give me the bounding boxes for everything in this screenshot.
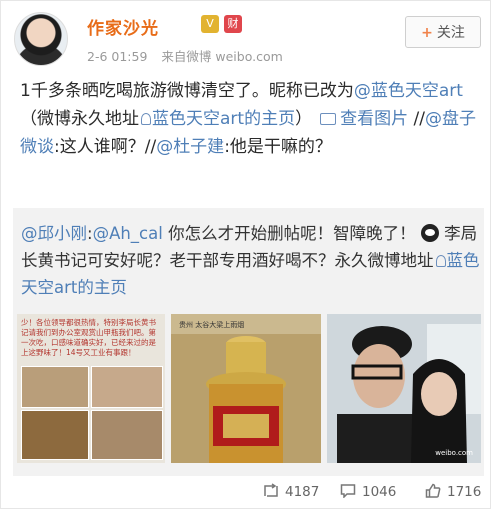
photo-caption: 少！各位领导都很热情，特别李局长黄书记请我们到办公室观赏山甲瓶我们吧。第一次吃，…: [21, 318, 156, 357]
post-time[interactable]: 2-6 01:59: [87, 49, 147, 64]
author-avatar[interactable]: [14, 12, 68, 66]
weibo-card: 作家沙光 V 财 2-6 01:59 来自微博 weibo.com + 关注 1千…: [0, 0, 491, 509]
liquor-bottle-image: [171, 334, 321, 463]
comment-icon: [340, 484, 356, 498]
mention-link[interactable]: @Ah_cal: [93, 224, 163, 243]
thumbs-up-icon: [425, 483, 441, 498]
mention-link[interactable]: @杜子建: [156, 137, 224, 157]
repost-icon: [264, 483, 278, 497]
photo-thumbnail[interactable]: 贵州 太谷大梁上雨烟: [171, 314, 321, 463]
like-button[interactable]: 1716: [425, 483, 481, 500]
follow-label: 关注: [436, 25, 465, 41]
post-text-segment: :这人谁啊？//: [54, 137, 157, 157]
reposted-content[interactable]: @邱小刚:@Ah_cal 你怎么才开始删帖呢！智障晚了！ 李局长黄书记可安好呢？…: [13, 208, 484, 476]
photo-watermark: weibo.com: [435, 449, 473, 457]
verified-badge-icon: V: [201, 15, 219, 33]
photo-thumbnail[interactable]: weibo.com: [327, 314, 481, 463]
action-bar: 4187 1046 1716: [1, 479, 491, 509]
wealth-badge-icon: 财: [224, 15, 242, 33]
like-count: 1716: [447, 484, 482, 500]
post-text: 1千多条晒吃喝旅游微博清空了。昵称已改为@蓝色天空art （微博永久地址 蓝色天空…: [20, 77, 485, 161]
view-image-link[interactable]: 查看图片: [340, 109, 408, 129]
user-link-icon: [141, 113, 151, 125]
comment-button[interactable]: 1046: [340, 483, 396, 500]
repost-button[interactable]: 4187: [263, 483, 319, 500]
photo-thumbnail[interactable]: 少！各位领导都很热情，特别李局长黄书记请我们到办公室观赏山甲瓶我们吧。第一次吃，…: [17, 314, 165, 463]
follow-button[interactable]: + 关注: [405, 16, 481, 48]
repost-count: 4187: [285, 484, 320, 500]
photo-tile: [91, 366, 163, 408]
comment-count: 1046: [362, 484, 397, 500]
post-text-segment: ）: [295, 109, 313, 129]
post-text-segment: 1千多条晒吃喝旅游微博清空了。昵称已改为: [20, 81, 354, 101]
image-icon: [320, 113, 337, 125]
selfie-image: [327, 314, 481, 463]
post-meta: 2-6 01:59 来自微博 weibo.com: [87, 46, 283, 65]
profile-link[interactable]: 蓝色天空art的主页: [152, 109, 295, 129]
photo-tile: [91, 410, 163, 460]
plus-icon: +: [421, 25, 433, 41]
post-text-segment: //: [413, 109, 425, 129]
mention-link[interactable]: @蓝色天空art: [354, 81, 463, 101]
post-text-segment: （微博永久地址: [20, 109, 139, 129]
panda-emoji-icon: [420, 224, 439, 242]
post-text-segment: :他是干嘛的？: [224, 137, 332, 157]
author-name[interactable]: 作家沙光: [87, 14, 159, 39]
post-source: 来自微博 weibo.com: [161, 49, 283, 64]
user-link-icon: [435, 255, 446, 267]
mention-link[interactable]: @邱小刚: [21, 224, 87, 243]
photo-tile: [21, 366, 89, 408]
photo-tile: [21, 410, 89, 460]
repost-text: @邱小刚:@Ah_cal 你怎么才开始删帖呢！智障晚了！ 李局长黄书记可安好呢？…: [21, 220, 481, 301]
repost-text-segment: 你怎么才开始删帖呢！智障晚了！: [162, 224, 416, 243]
